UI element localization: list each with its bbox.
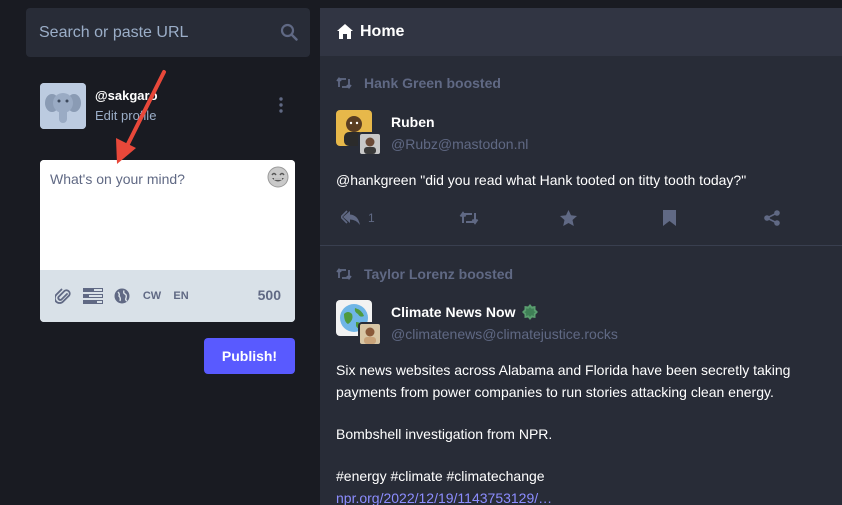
column-title: Home <box>360 23 405 40</box>
boosted-by-label[interactable]: Taylor Lorenz boosted <box>364 266 513 282</box>
boost-prepend: Hank Green boosted <box>336 75 501 91</box>
search-icon[interactable] <box>280 23 298 41</box>
boosted-by-label[interactable]: Hank Green boosted <box>364 75 501 91</box>
language-button[interactable]: EN <box>173 287 189 305</box>
compose-textarea[interactable] <box>40 160 295 270</box>
status-action-bar: 1 <box>336 208 826 232</box>
compose-form: CW EN 500 <box>40 160 295 322</box>
boost-icon <box>336 77 352 89</box>
author-handle[interactable]: @climatenews@climatejustice.rocks <box>391 326 618 342</box>
home-column: Home Hank Green boosted Ruben @Rubz@mast… <box>320 8 842 505</box>
poll-icon <box>83 288 103 304</box>
booster-avatar[interactable] <box>358 322 382 346</box>
author-display-name-text: Climate News Now <box>391 304 516 320</box>
bookmark-button[interactable] <box>663 208 676 228</box>
star-icon <box>560 210 577 226</box>
publish-button[interactable]: Publish! <box>204 338 295 374</box>
content-warning-button[interactable]: CW <box>143 287 161 305</box>
language-label: EN <box>173 290 189 302</box>
favourite-button[interactable] <box>560 208 577 228</box>
paperclip-icon <box>55 288 71 304</box>
verified-badge-icon <box>522 304 539 320</box>
content-paragraph: Six news websites across Alabama and Flo… <box>336 362 791 400</box>
character-counter: 500 <box>257 287 281 303</box>
mastodon-elephant-icon <box>40 83 86 129</box>
search-input[interactable] <box>26 8 276 57</box>
globe-icon <box>114 288 130 304</box>
reply-count: 1 <box>368 211 375 225</box>
article-link[interactable]: npr.org/2022/12/19/1143753129/… <box>336 487 826 505</box>
content-paragraph: Bombshell investigation from NPR. <box>336 426 553 442</box>
booster-avatar[interactable] <box>358 132 382 156</box>
booster-avatar-image <box>360 134 380 154</box>
search-box[interactable] <box>26 8 310 57</box>
compose-panel: @sakgaro Edit profile <box>0 0 320 505</box>
hashtag-line[interactable]: #energy #climate #climatechange <box>336 465 826 487</box>
boost-icon <box>459 211 479 225</box>
avatar[interactable] <box>40 83 86 129</box>
status-card[interactable]: Taylor Lorenz boosted Climate News Now @ <box>320 247 842 505</box>
column-header[interactable]: Home <box>320 8 842 56</box>
share-icon <box>764 210 780 226</box>
more-options-icon[interactable] <box>277 96 285 114</box>
status-card[interactable]: Hank Green boosted Ruben @Rubz@mastodon.… <box>320 56 842 246</box>
booster-avatar-image <box>360 324 380 344</box>
author-display-name[interactable]: Ruben <box>391 114 435 130</box>
boost-icon <box>336 268 352 280</box>
attach-media-button[interactable] <box>55 287 71 305</box>
compose-toolbar: CW EN 500 <box>40 270 295 322</box>
reply-button[interactable]: 1 <box>341 208 375 228</box>
bookmark-icon <box>663 210 676 226</box>
profile-handle[interactable]: @sakgaro <box>95 88 158 103</box>
profile-card: @sakgaro Edit profile <box>40 83 300 131</box>
status-content: @hankgreen "did you read what Hank toote… <box>336 172 747 188</box>
boost-button[interactable] <box>459 208 479 228</box>
share-button[interactable] <box>764 208 780 228</box>
edit-profile-link[interactable]: Edit profile <box>95 108 156 123</box>
author-display-name[interactable]: Climate News Now <box>391 304 539 320</box>
boost-prepend: Taylor Lorenz boosted <box>336 266 513 282</box>
privacy-button[interactable] <box>114 287 130 305</box>
reply-all-icon <box>341 210 360 225</box>
cw-label: CW <box>142 290 162 302</box>
add-poll-button[interactable] <box>83 287 103 305</box>
author-handle[interactable]: @Rubz@mastodon.nl <box>391 136 528 152</box>
status-content: Six news websites across Alabama and Flo… <box>336 359 826 505</box>
home-icon <box>337 24 353 39</box>
emoji-picker-icon[interactable] <box>267 166 289 188</box>
